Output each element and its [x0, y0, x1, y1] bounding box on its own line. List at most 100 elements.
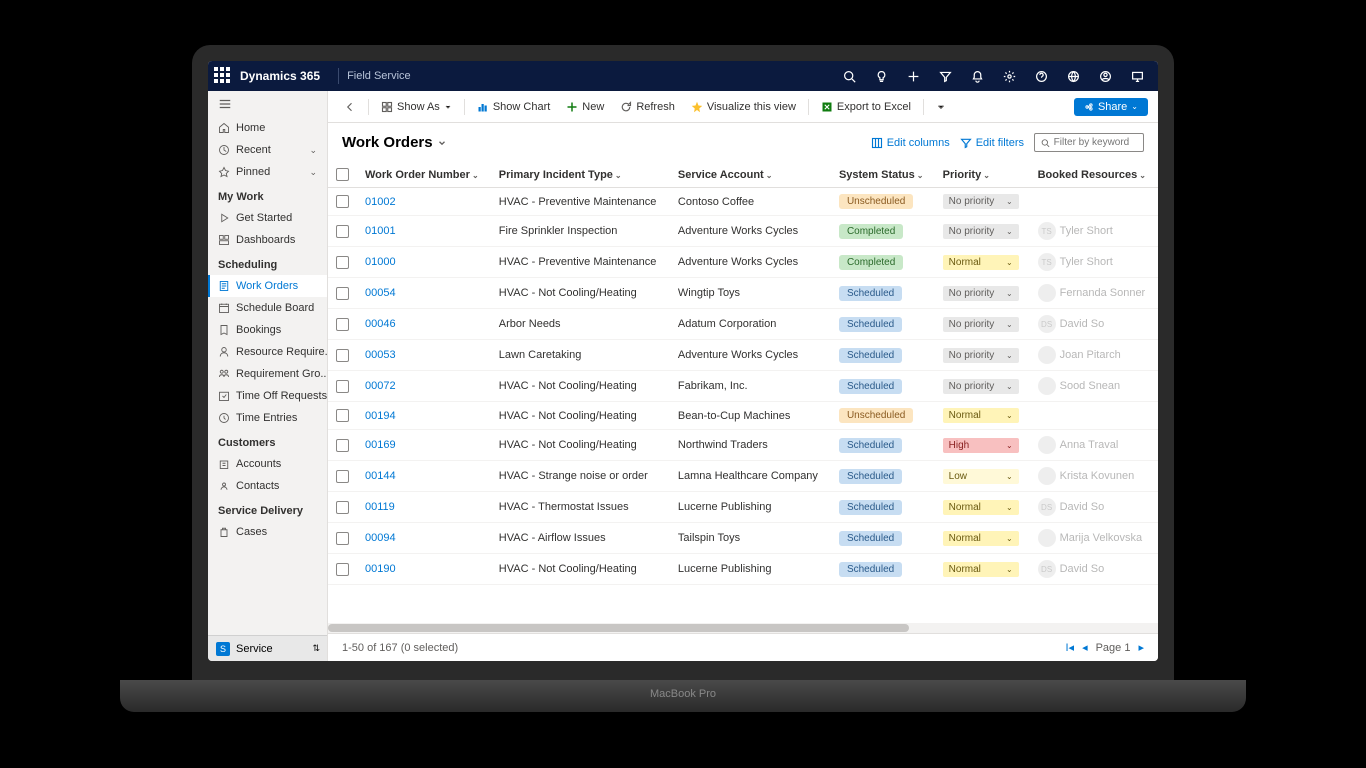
hamburger-icon[interactable]: [208, 91, 327, 117]
work-order-link[interactable]: 00053: [365, 349, 396, 361]
sidebar-item-requirement-gro-[interactable]: Requirement Gro...: [208, 363, 327, 385]
sidebar-item-dashboards[interactable]: Dashboards: [208, 229, 327, 251]
export-excel-button[interactable]: Export to Excel: [815, 98, 917, 116]
table-row[interactable]: 00194HVAC - Not Cooling/HeatingBean-to-C…: [328, 402, 1158, 430]
table-row[interactable]: 00054HVAC - Not Cooling/HeatingWingtip T…: [328, 278, 1158, 309]
bell-icon[interactable]: [970, 69, 984, 83]
gear-icon[interactable]: [1002, 69, 1016, 83]
row-checkbox[interactable]: [336, 225, 349, 238]
sidebar-item-get-started[interactable]: Get Started: [208, 207, 327, 229]
work-order-link[interactable]: 00046: [365, 318, 396, 330]
table-row[interactable]: 01002HVAC - Preventive MaintenanceContos…: [328, 188, 1158, 216]
work-order-link[interactable]: 01002: [365, 196, 396, 208]
sidebar-item-time-entries[interactable]: Time Entries: [208, 407, 327, 429]
row-checkbox[interactable]: [336, 380, 349, 393]
overflow-button[interactable]: [930, 99, 952, 115]
priority-select[interactable]: Normal⌄: [943, 408, 1019, 423]
filter-field[interactable]: [1054, 137, 1137, 148]
work-order-link[interactable]: 00144: [365, 470, 396, 482]
priority-select[interactable]: No priority⌄: [943, 379, 1019, 394]
row-checkbox[interactable]: [336, 439, 349, 452]
column-header[interactable]: Priority⌄: [935, 162, 1030, 188]
sidebar-item-accounts[interactable]: Accounts: [208, 453, 327, 475]
row-checkbox[interactable]: [336, 256, 349, 269]
table-row[interactable]: 01001Fire Sprinkler InspectionAdventure …: [328, 216, 1158, 247]
column-header[interactable]: Service Account⌄: [670, 162, 831, 188]
screen-icon[interactable]: [1130, 69, 1144, 83]
work-order-link[interactable]: 00190: [365, 563, 396, 575]
lightbulb-icon[interactable]: [874, 69, 888, 83]
row-checkbox[interactable]: [336, 318, 349, 331]
new-button[interactable]: New: [560, 98, 610, 116]
row-checkbox[interactable]: [336, 409, 349, 422]
sidebar-item-bookings[interactable]: Bookings: [208, 319, 327, 341]
help-icon[interactable]: [1034, 69, 1048, 83]
row-checkbox[interactable]: [336, 349, 349, 362]
sidebar-item-pinned[interactable]: Pinned⌄: [208, 161, 327, 183]
back-button[interactable]: [338, 98, 362, 116]
first-page-button[interactable]: I◂: [1065, 641, 1074, 654]
row-checkbox[interactable]: [336, 287, 349, 300]
row-checkbox[interactable]: [336, 563, 349, 576]
plus-icon[interactable]: [906, 69, 920, 83]
priority-select[interactable]: Normal⌄: [943, 562, 1019, 577]
sidebar-item-recent[interactable]: Recent⌄: [208, 139, 327, 161]
column-header[interactable]: Work Order Number⌄: [357, 162, 491, 188]
priority-select[interactable]: No priority⌄: [943, 317, 1019, 332]
priority-select[interactable]: No priority⌄: [943, 224, 1019, 239]
work-order-link[interactable]: 00169: [365, 439, 396, 451]
table-row[interactable]: 00144HVAC - Strange noise or orderLamna …: [328, 461, 1158, 492]
column-header[interactable]: System Status⌄: [831, 162, 935, 188]
edit-filters-button[interactable]: Edit filters: [960, 137, 1024, 149]
show-chart-button[interactable]: Show Chart: [471, 98, 556, 116]
view-title[interactable]: Work Orders: [342, 134, 447, 151]
table-row[interactable]: 00094HVAC - Airflow IssuesTailspin ToysS…: [328, 523, 1158, 554]
priority-select[interactable]: Normal⌄: [943, 531, 1019, 546]
table-row[interactable]: 00046Arbor NeedsAdatum CorporationSchedu…: [328, 309, 1158, 340]
table-row[interactable]: 00169HVAC - Not Cooling/HeatingNorthwind…: [328, 430, 1158, 461]
row-checkbox[interactable]: [336, 195, 349, 208]
priority-select[interactable]: Normal⌄: [943, 255, 1019, 270]
priority-select[interactable]: No priority⌄: [943, 348, 1019, 363]
sidebar-item-schedule-board[interactable]: Schedule Board: [208, 297, 327, 319]
row-checkbox[interactable]: [336, 470, 349, 483]
sidebar-item-resource-require-[interactable]: Resource Require...: [208, 341, 327, 363]
search-icon[interactable]: [842, 69, 856, 83]
row-checkbox[interactable]: [336, 532, 349, 545]
edit-columns-button[interactable]: Edit columns: [871, 137, 950, 149]
sidebar-item-home[interactable]: Home: [208, 117, 327, 139]
row-checkbox[interactable]: [336, 501, 349, 514]
priority-select[interactable]: High⌄: [943, 438, 1019, 453]
work-order-link[interactable]: 00194: [365, 410, 396, 422]
work-order-link[interactable]: 01000: [365, 256, 396, 268]
table-row[interactable]: 00053Lawn CaretakingAdventure Works Cycl…: [328, 340, 1158, 371]
sidebar-item-cases[interactable]: Cases: [208, 521, 327, 543]
table-row[interactable]: 00072HVAC - Not Cooling/HeatingFabrikam,…: [328, 371, 1158, 402]
filter-icon[interactable]: [938, 69, 952, 83]
filter-input[interactable]: [1034, 133, 1144, 152]
globe-icon[interactable]: [1066, 69, 1080, 83]
work-order-link[interactable]: 00119: [365, 501, 395, 513]
work-order-link[interactable]: 00072: [365, 380, 396, 392]
sidebar-item-time-off-requests[interactable]: Time Off Requests: [208, 385, 327, 407]
priority-select[interactable]: No priority⌄: [943, 286, 1019, 301]
column-header[interactable]: Primary Incident Type⌄: [491, 162, 670, 188]
table-row[interactable]: 00119HVAC - Thermostat IssuesLucerne Pub…: [328, 492, 1158, 523]
prev-page-button[interactable]: ◂: [1082, 641, 1088, 654]
work-order-link[interactable]: 01001: [365, 225, 396, 237]
visualize-button[interactable]: Visualize this view: [685, 98, 802, 116]
next-page-button[interactable]: ▸: [1138, 641, 1144, 654]
sidebar-item-work-orders[interactable]: Work Orders: [208, 275, 327, 297]
horizontal-scrollbar[interactable]: [328, 623, 1158, 633]
table-row[interactable]: 01000HVAC - Preventive MaintenanceAdvent…: [328, 247, 1158, 278]
area-switcher[interactable]: S Service ⇅: [208, 635, 328, 661]
app-launcher-icon[interactable]: [214, 67, 232, 85]
priority-select[interactable]: Normal⌄: [943, 500, 1019, 515]
work-order-link[interactable]: 00094: [365, 532, 396, 544]
show-as-button[interactable]: Show As: [375, 98, 458, 116]
work-order-link[interactable]: 00054: [365, 287, 396, 299]
priority-select[interactable]: No priority⌄: [943, 194, 1019, 209]
table-row[interactable]: 00190HVAC - Not Cooling/HeatingLucerne P…: [328, 554, 1158, 585]
refresh-button[interactable]: Refresh: [614, 98, 681, 116]
sidebar-item-contacts[interactable]: Contacts: [208, 475, 327, 497]
